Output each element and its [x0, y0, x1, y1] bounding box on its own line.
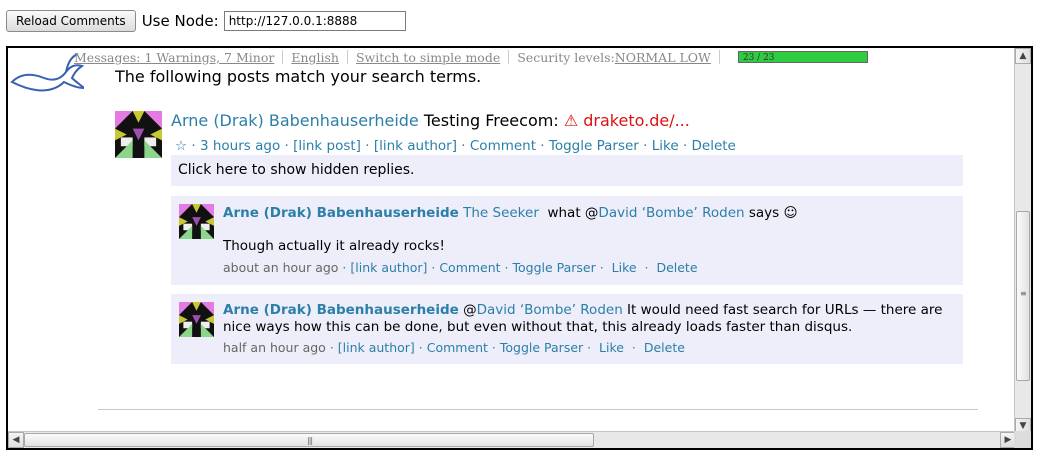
reply: Arne (Drak) Babenhauserheide @David ‘Bom…: [171, 294, 963, 364]
identicon-avatar-icon[interactable]: [115, 111, 162, 158]
reply-author-link[interactable]: Arne (Drak) Babenhauserheide: [223, 302, 459, 318]
comments-viewport: Messages: 1 Warnings, 7 Minor English Sw…: [8, 48, 1016, 434]
rabbit-logo-icon: [10, 53, 84, 92]
post-meta: ☆ · 3 hours ago · [link post] · [link au…: [175, 138, 736, 154]
scroll-left-arrow-icon[interactable]: ◀: [8, 432, 24, 448]
separator: [718, 50, 720, 64]
connection-progress-bar: 23 / 23: [737, 51, 868, 63]
mention-link[interactable]: David ‘Bombe’ Roden: [598, 205, 744, 221]
reply-meta: half an hour ago · [link author] · Comme…: [223, 340, 685, 355]
post-title: Arne (Drak) Babenhauserheide Testing Fre…: [171, 111, 690, 130]
divider: [98, 409, 978, 410]
freenet-status-bar: Messages: 1 Warnings, 7 Minor English Sw…: [74, 49, 868, 65]
messages-link[interactable]: Messages: 1 Warnings, 7 Minor: [74, 50, 274, 65]
node-url-input[interactable]: [223, 11, 406, 31]
grip-icon: ≡: [1020, 289, 1027, 298]
reply-body: Arne (Drak) Babenhauserheide @David ‘Bom…: [223, 302, 953, 336]
horizontal-scrollbar[interactable]: ◀ ||| ▶: [8, 431, 1016, 448]
comments-frame: Messages: 1 Warnings, 7 Minor English Sw…: [6, 46, 1033, 450]
vertical-scrollbar[interactable]: ▲ ≡ ▼: [1014, 48, 1031, 434]
mention-link[interactable]: The Seeker: [463, 205, 539, 221]
post-actions[interactable]: · 3 hours ago · [link post] · [link auth…: [187, 138, 735, 154]
reply-header: Arne (Drak) Babenhauserheide The Seeker …: [223, 205, 953, 222]
reload-comments-button[interactable]: Reload Comments: [6, 10, 136, 32]
reply-text: @: [463, 302, 477, 318]
security-levels-link[interactable]: NORMAL LOW: [615, 50, 711, 65]
separator: [508, 50, 510, 64]
show-hidden-replies-button[interactable]: Click here to show hidden replies.: [171, 155, 963, 186]
reply-actions[interactable]: · [link author] · Comment · Toggle Parse…: [338, 260, 697, 275]
top-toolbar: Reload Comments Use Node:: [6, 9, 406, 33]
scroll-up-arrow-icon[interactable]: ▲: [1015, 48, 1031, 64]
grip-icon: |||: [307, 436, 313, 445]
vertical-scroll-thumb[interactable]: ≡: [1016, 211, 1030, 381]
post-title-text: Testing Freecom:: [423, 111, 559, 130]
horizontal-scroll-thumb[interactable]: |||: [24, 433, 594, 447]
separator: [346, 50, 348, 64]
identicon-avatar-icon[interactable]: [179, 302, 214, 337]
post-author-link[interactable]: Arne (Drak) Babenhauserheide: [171, 111, 419, 130]
reply-meta: about an hour ago · [link author] · Comm…: [223, 260, 698, 275]
post-external-link[interactable]: draketo.de/...: [583, 111, 690, 130]
reply-text: says ☺: [744, 205, 798, 221]
reply-body: Though actually it already rocks!: [223, 238, 445, 254]
scrollbar-corner: [1014, 431, 1031, 448]
simple-mode-link[interactable]: Switch to simple mode: [356, 50, 500, 65]
reply-timestamp: about an hour ago: [223, 260, 339, 275]
star-outline-icon[interactable]: ☆: [175, 138, 187, 154]
use-node-label: Use Node:: [141, 12, 219, 30]
separator: [282, 50, 284, 64]
reply-author-link[interactable]: Arne (Drak) Babenhauserheide: [223, 205, 459, 221]
reply: Arne (Drak) Babenhauserheide The Seeker …: [171, 196, 963, 285]
identicon-avatar-icon[interactable]: [179, 204, 214, 239]
reply-timestamp: half an hour ago: [223, 340, 326, 355]
language-link[interactable]: English: [291, 50, 339, 65]
reply-actions[interactable]: · [link author] · Comment · Toggle Parse…: [326, 340, 685, 355]
reply-text: what @: [538, 205, 599, 221]
warning-triangle-icon: ⚠: [563, 111, 579, 130]
mention-link[interactable]: David ‘Bombe’ Roden: [477, 302, 623, 318]
security-levels-label: Security levels:: [517, 49, 615, 65]
search-results-heading: The following posts match your search te…: [115, 67, 482, 86]
